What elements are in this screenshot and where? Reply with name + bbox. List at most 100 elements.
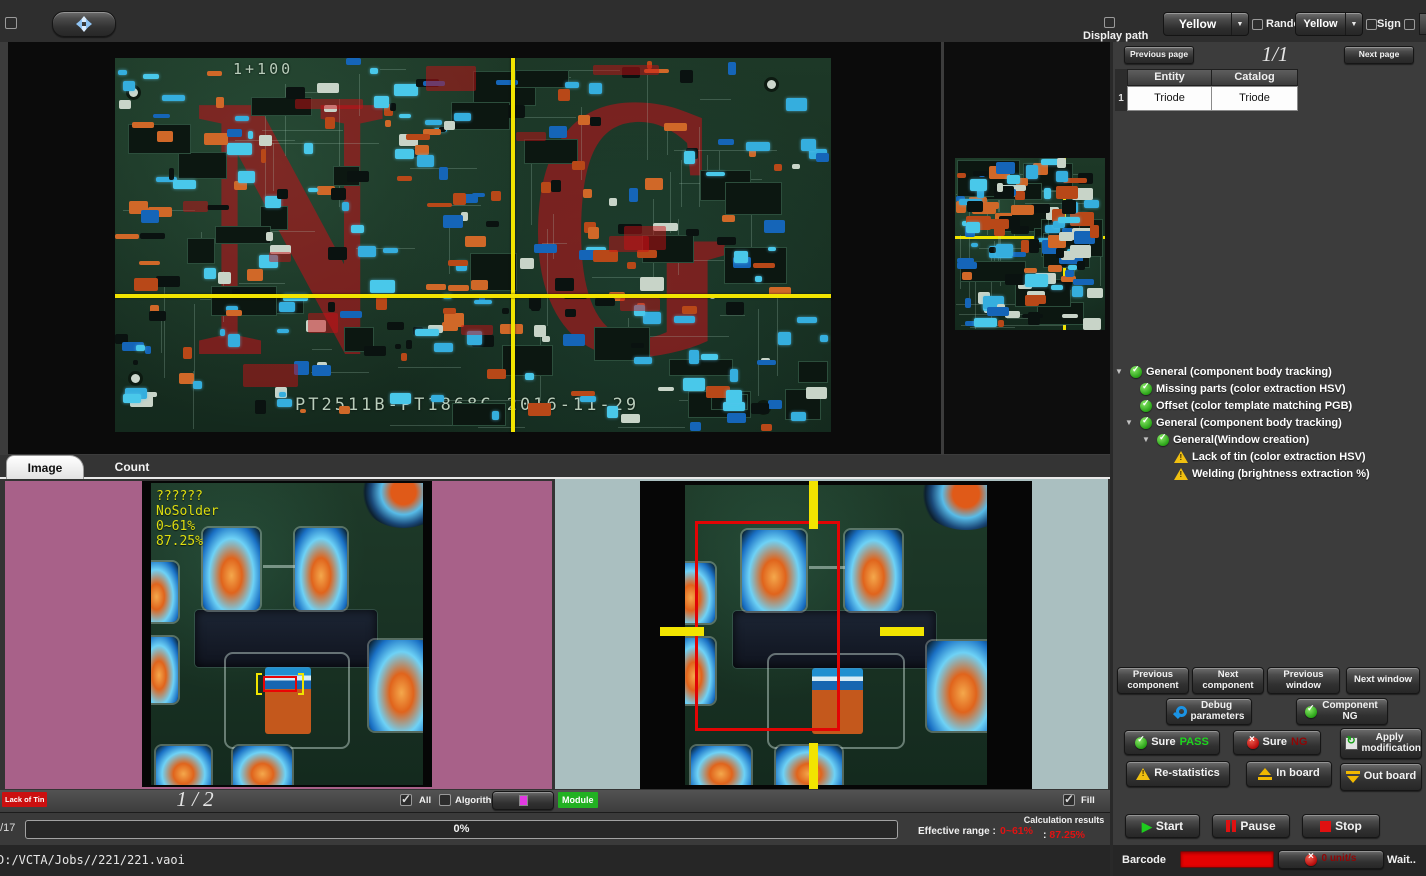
tree-item[interactable]: ▼General(Window creation) — [1115, 431, 1426, 448]
algorithm-checkbox[interactable] — [439, 794, 451, 806]
tree-item[interactable]: ▼General (component body tracking) — [1115, 363, 1426, 380]
color-select-2[interactable]: Yellow ▼ — [1295, 12, 1363, 36]
ng-highlight — [426, 66, 476, 90]
tree-expand-arrow-icon[interactable]: ▼ — [1125, 419, 1136, 427]
sign-checkbox[interactable] — [1366, 19, 1377, 30]
display-path-checkbox[interactable] — [1104, 17, 1115, 28]
tree-item-label: Welding (brightness extraction %) — [1192, 468, 1370, 480]
ng-highlight — [308, 313, 338, 332]
pcb-component — [426, 284, 446, 290]
random-checkbox[interactable] — [1252, 19, 1263, 30]
color-select-2-value: Yellow — [1296, 13, 1345, 35]
pause-button[interactable]: Pause — [1212, 814, 1290, 838]
pcb-component — [962, 272, 972, 280]
pcb-component — [140, 233, 165, 238]
start-label: Start — [1156, 820, 1183, 833]
next-window-button[interactable]: Next window — [1346, 667, 1420, 694]
pcb-component — [801, 139, 816, 150]
pcb-component — [342, 202, 349, 211]
tab-count[interactable]: Count — [92, 455, 172, 479]
tree-expand-arrow-icon[interactable]: ▼ — [1142, 436, 1153, 444]
closeup-feature — [927, 641, 987, 731]
top-left-checkbox[interactable] — [5, 17, 17, 29]
reference-view-right[interactable] — [555, 479, 1108, 789]
component-ng-button[interactable]: Component NG — [1296, 698, 1388, 725]
table-cell-entity[interactable]: Triode — [1127, 86, 1212, 111]
calculation-results-value: 87.25% — [1049, 829, 1085, 841]
apply-modification-button[interactable]: Apply modification — [1340, 728, 1422, 759]
eject-up-icon — [1258, 768, 1272, 780]
defect-type-badge: Lack of Tin — [2, 792, 47, 807]
tree-item[interactable]: Missing parts (color extraction HSV) — [1115, 380, 1426, 397]
previous-component-button[interactable]: Previous component — [1117, 667, 1189, 694]
previous-window-button[interactable]: Previous window — [1267, 667, 1340, 694]
pcb-board-image[interactable]: 1+100 PT2511B-PT1868C 2016-11-29 N G — [115, 58, 831, 432]
out-board-button[interactable]: Out board — [1340, 763, 1422, 791]
pcb-trace — [239, 283, 285, 284]
tree-item-label: Missing parts (color extraction HSV) — [1156, 383, 1345, 395]
navigator-thumbnail[interactable] — [955, 158, 1105, 330]
pass-value: PASS — [1180, 737, 1209, 749]
sure-ng-button[interactable]: Sure NG — [1233, 730, 1321, 755]
pcb-component — [474, 300, 491, 305]
sure-label: Sure — [1263, 737, 1287, 749]
tab-image[interactable]: Image — [6, 455, 84, 479]
closeup-feature — [263, 565, 296, 568]
all-checkbox[interactable] — [400, 794, 412, 806]
barcode-status-button[interactable]: 0 unit/s — [1278, 850, 1384, 869]
pcb-component — [757, 360, 776, 365]
debug-parameters-button[interactable]: Debug parameters — [1166, 698, 1252, 725]
defect-view-left[interactable]: ??????NoSolder0~61%87.25% — [5, 481, 552, 789]
pcb-component — [520, 258, 534, 269]
pcb-component — [578, 115, 590, 125]
tree-item[interactable]: Lack of tin (color extraction HSV) — [1115, 448, 1426, 465]
barcode-input[interactable] — [1180, 851, 1274, 868]
color-swatch-button[interactable] — [492, 791, 554, 810]
image-frame: ??????NoSolder0~61%87.25% — [142, 481, 432, 787]
tree-expand-arrow-icon[interactable]: ▼ — [1115, 368, 1126, 376]
edge-checkbox[interactable] — [1404, 19, 1415, 30]
start-button[interactable]: ▶ Start — [1125, 814, 1200, 838]
pcb-component — [634, 357, 652, 363]
table-cell-catalog[interactable]: Triode — [1211, 86, 1298, 111]
pcb-component — [558, 89, 570, 101]
page-indicator: 1/1 — [1235, 42, 1315, 67]
pcb-component — [1028, 312, 1039, 324]
pcb-component — [119, 100, 130, 109]
x-circle-icon — [1247, 737, 1259, 749]
pcb-component — [395, 344, 401, 349]
expand-view-button[interactable] — [52, 11, 116, 37]
in-board-button[interactable]: In board — [1246, 761, 1332, 787]
pcb-component — [674, 316, 695, 323]
inspection-window-rect — [695, 521, 840, 731]
pcb-ic-block — [211, 286, 277, 316]
pcb-component — [1065, 270, 1074, 276]
tree-item[interactable]: ▼ General (component body tracking) — [1115, 414, 1426, 431]
next-component-button[interactable]: Next component — [1192, 667, 1264, 694]
pcb-component — [726, 302, 744, 315]
next-page-button[interactable]: Next page — [1344, 46, 1414, 64]
pcb-component — [248, 131, 253, 139]
pcb-component — [406, 134, 431, 140]
defect-closeup-image[interactable]: ??????NoSolder0~61%87.25% — [151, 483, 423, 785]
fill-checkbox[interactable] — [1063, 794, 1075, 806]
tree-item-label: General (component body tracking) — [1156, 417, 1342, 429]
main-image-panel[interactable]: 1+100 PT2511B-PT1868C 2016-11-29 N G — [8, 42, 941, 454]
tree-item[interactable]: Welding (brightness extraction %) — [1115, 465, 1426, 482]
stop-button[interactable]: Stop — [1302, 814, 1380, 838]
color-select-1[interactable]: Yellow ▼ — [1163, 12, 1249, 36]
pcb-component — [204, 133, 228, 145]
pcb-component — [728, 62, 736, 75]
re-statistics-button[interactable]: Re-statistics — [1126, 761, 1230, 787]
screw-hole — [131, 374, 140, 383]
sure-pass-button[interactable]: Sure PASS — [1124, 730, 1220, 755]
pcb-component — [753, 263, 775, 268]
pcb-component — [764, 220, 785, 232]
pcb-component — [134, 278, 159, 291]
pcb-component — [162, 95, 185, 101]
pcb-component — [340, 311, 361, 318]
pcb-component — [966, 222, 980, 233]
previous-page-button[interactable]: Previous page — [1124, 46, 1194, 64]
pcb-component — [492, 411, 499, 419]
tree-item[interactable]: Offset (color template matching PGB) — [1115, 397, 1426, 414]
